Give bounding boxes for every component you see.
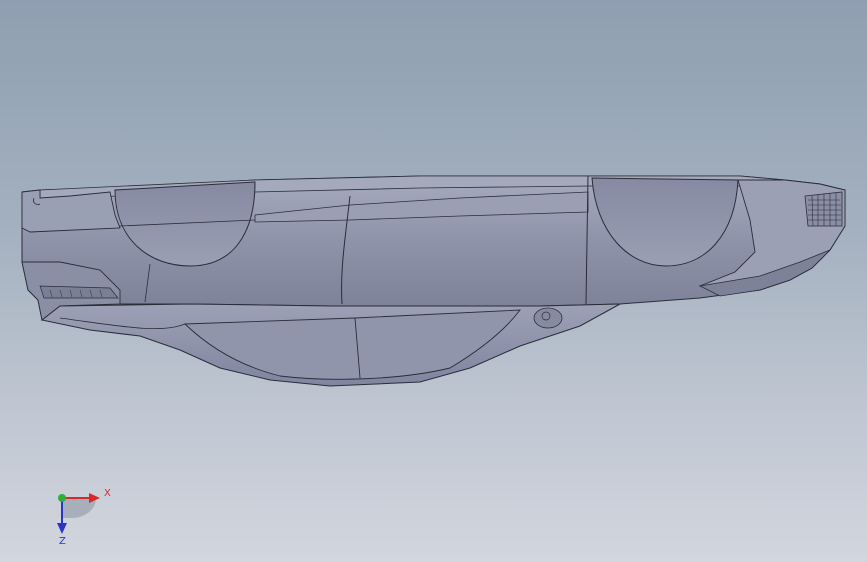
front-grille	[804, 191, 843, 227]
front-suspension-mount	[533, 307, 563, 329]
rear-bumper	[21, 189, 121, 233]
z-axis-arrowhead	[57, 523, 67, 534]
x-axis-label: X	[104, 488, 111, 499]
y-axis-dot	[58, 494, 66, 502]
z-axis-label: Z	[59, 536, 66, 547]
coordinate-triad: X Z	[57, 488, 111, 547]
graphics-viewport[interactable]: X Z	[0, 0, 867, 562]
car-body-model[interactable]	[0, 0, 867, 562]
